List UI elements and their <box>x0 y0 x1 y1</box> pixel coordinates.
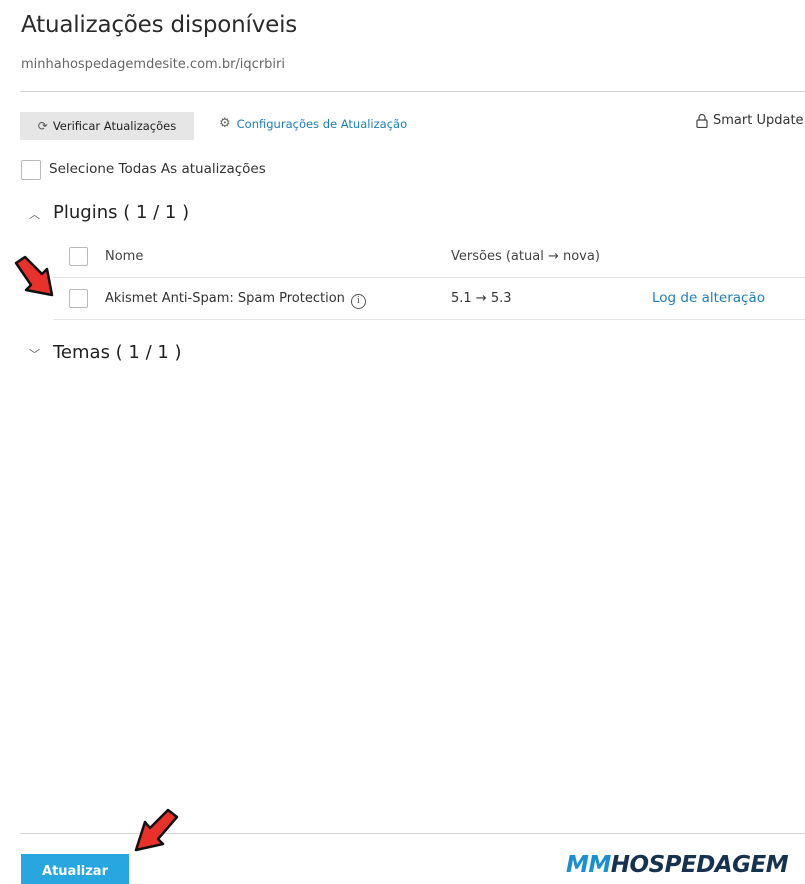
update-button[interactable]: Atualizar <box>21 854 129 884</box>
chevron-up-icon[interactable]: ︿ <box>29 206 40 222</box>
select-all-checkbox[interactable] <box>21 160 41 180</box>
plugin-name: Akismet Anti-Spam: Spam Protection i <box>105 291 366 309</box>
update-settings-link[interactable]: ⚙ Configurações de Atualização <box>219 116 407 131</box>
page-title: Atualizações disponíveis <box>21 12 298 38</box>
plugin-name-text: Akismet Anti-Spam: Spam Protection <box>105 291 345 306</box>
smart-update[interactable]: Smart Update <box>696 113 804 128</box>
plugins-section-title: Plugins ( 1 / 1 ) <box>53 202 190 223</box>
row-divider <box>53 319 805 320</box>
red-arrow-icon <box>14 255 54 297</box>
chevron-down-icon[interactable]: ﹀ <box>29 346 40 362</box>
plugin-versions: 5.1 → 5.3 <box>451 291 512 306</box>
themes-section-title: Temas ( 1 / 1 ) <box>53 342 182 363</box>
column-header-versions: Versões (atual → nova) <box>451 249 600 264</box>
smart-update-label: Smart Update <box>713 113 804 128</box>
plugins-select-all-checkbox[interactable] <box>69 247 88 266</box>
check-updates-label: Verificar Atualizações <box>52 119 177 133</box>
check-updates-button[interactable]: ⟳ Verificar Atualizações <box>20 112 194 140</box>
plugin-row-checkbox[interactable] <box>69 289 88 308</box>
update-settings-label: Configurações de Atualização <box>236 116 408 131</box>
mmhospedagem-logo: MMHOSPEDAGEM <box>566 852 789 878</box>
gear-icon: ⚙ <box>219 116 231 131</box>
red-arrow-icon <box>134 808 179 852</box>
info-icon[interactable]: i <box>350 294 366 309</box>
header-divider <box>20 91 805 92</box>
refresh-icon: ⟳ <box>37 119 48 133</box>
changelog-link[interactable]: Log de alteração <box>652 290 765 306</box>
lock-icon <box>696 113 708 128</box>
site-domain: minhahospedagemdesite.com.br/iqcrbiri <box>21 57 285 72</box>
column-header-name: Nome <box>105 249 144 264</box>
select-all-label: Selecione Todas As atualizações <box>49 161 266 177</box>
